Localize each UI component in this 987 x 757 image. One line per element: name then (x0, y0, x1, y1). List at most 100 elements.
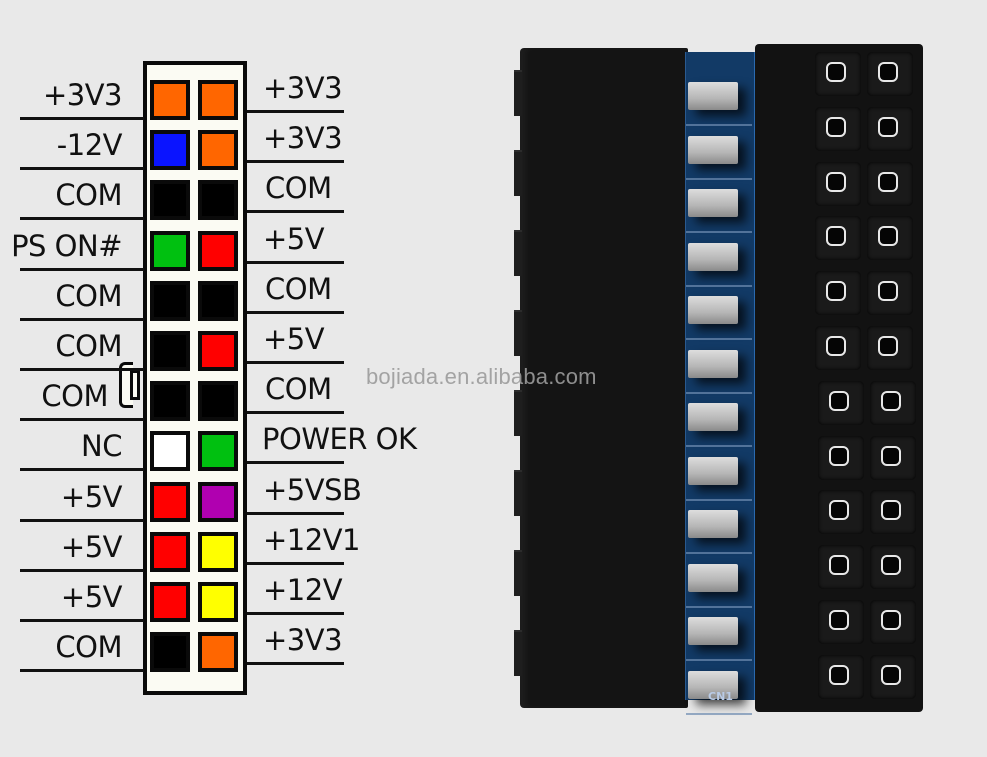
pin-left-5 (150, 280, 190, 321)
pcb-label: CN1 (708, 690, 733, 703)
plug-ridge (514, 390, 522, 436)
terminal-hole-icon (829, 610, 849, 630)
pin-label-left: COM (55, 278, 122, 313)
pcb-row-divider (686, 712, 752, 715)
pin-right-9 (198, 481, 238, 522)
terminal-hole-icon (826, 116, 846, 137)
pin-left-12 (150, 632, 190, 673)
terminal-hole-icon (881, 555, 901, 576)
pcb-row-divider (686, 498, 752, 501)
terminal-hole-icon (826, 336, 846, 356)
pin-label-left: NC (81, 429, 122, 464)
socket-housing (755, 44, 923, 712)
leader-line-right (247, 511, 344, 515)
terminal-hole-icon (881, 664, 901, 685)
pin-left-6 (150, 331, 190, 371)
terminal-hole-icon (878, 116, 898, 137)
plug-ridge (514, 470, 522, 516)
socket-cell-left (818, 654, 864, 699)
plug-ridge (514, 310, 522, 356)
pin-label-right: COM (265, 372, 332, 407)
terminal-hole-icon (829, 500, 849, 521)
socket-cell-right (870, 545, 916, 590)
leader-line-left (20, 619, 144, 622)
watermark: bojiada.en.alibaba.com (366, 364, 597, 389)
pin-label-left: COM (55, 178, 122, 213)
solder-pad (688, 349, 738, 378)
terminal-hole-icon (878, 281, 898, 302)
pcb-row-divider (686, 659, 752, 661)
socket-cell-right (867, 52, 913, 96)
socket-cell-left (818, 380, 864, 425)
pin-label-left: COM (41, 379, 108, 414)
socket-cell-left (818, 600, 864, 644)
terminal-hole-icon (881, 445, 901, 466)
socket-cell-left (818, 545, 864, 590)
leader-line-right (247, 310, 344, 314)
leader-line-right (247, 260, 344, 264)
leader-line-left (20, 518, 144, 522)
pin-label-right: +3V3 (263, 623, 343, 658)
plug-ridge (514, 230, 522, 276)
pcb-row-divider (686, 124, 752, 126)
pin-label-right: COM (265, 171, 332, 206)
socket-cell-left (815, 106, 861, 151)
terminal-hole-icon (829, 390, 849, 411)
pin-left-1 (150, 80, 190, 120)
pin-label-right: +3V3 (263, 121, 343, 156)
leader-line-right (247, 561, 344, 565)
plug-ridge (514, 70, 522, 116)
pin-right-7 (198, 381, 238, 422)
pin-label-left: COM (55, 630, 122, 665)
terminal-hole-icon (826, 281, 846, 302)
solder-pad (688, 456, 738, 485)
pin-label-left: +5V (60, 580, 123, 614)
socket-cell-right (870, 380, 916, 425)
pin-right-6 (198, 331, 238, 371)
socket-cell-right (870, 654, 916, 699)
leader-line-right (247, 210, 344, 214)
leader-line-left (20, 368, 144, 371)
solder-pad (688, 403, 738, 431)
leader-line-left (20, 267, 144, 271)
socket-cell-left (815, 52, 861, 96)
pin-left-10 (150, 531, 190, 572)
pcb-row-divider (686, 552, 752, 554)
socket-cell-right (867, 106, 913, 151)
socket-cell-right (867, 161, 913, 206)
pcb-row-divider (686, 231, 752, 233)
leader-line-right (247, 662, 344, 666)
leader-line-left (20, 669, 144, 673)
pin-right-4 (198, 230, 238, 271)
plug-ridge (514, 550, 522, 596)
solder-pad (688, 189, 738, 217)
pin-label-left: COM (55, 329, 122, 363)
pin-left-4 (150, 230, 190, 271)
leader-line-left (20, 317, 144, 321)
pcb-row-divider (686, 284, 752, 287)
pin-left-11 (150, 582, 190, 622)
pin-right-11 (198, 582, 238, 622)
socket-cell-left (815, 161, 861, 206)
pin-label-left: +3V3 (42, 78, 123, 112)
leader-line-left (20, 418, 144, 422)
leader-line-right (247, 361, 344, 364)
pin-left-8 (150, 431, 190, 472)
pcb-row-divider (686, 338, 752, 340)
socket-cell-left (815, 216, 861, 261)
pin-label-left: +5V (60, 479, 123, 514)
pin-label-right: COM (265, 271, 332, 306)
pcb-row-divider (686, 391, 752, 394)
pin-left-3 (150, 180, 190, 221)
pin-label-right: +3V3 (263, 71, 343, 105)
socket-cell-left (815, 326, 861, 370)
socket-cell-left (815, 271, 861, 316)
solder-pad (688, 135, 738, 164)
terminal-hole-icon (881, 390, 901, 411)
pcb-row-divider (686, 177, 752, 180)
leader-line-left (20, 468, 144, 472)
pin-right-1 (198, 80, 238, 120)
solder-pad (688, 242, 738, 271)
leader-line-right (247, 110, 344, 113)
connector-latch-tab (130, 370, 140, 400)
